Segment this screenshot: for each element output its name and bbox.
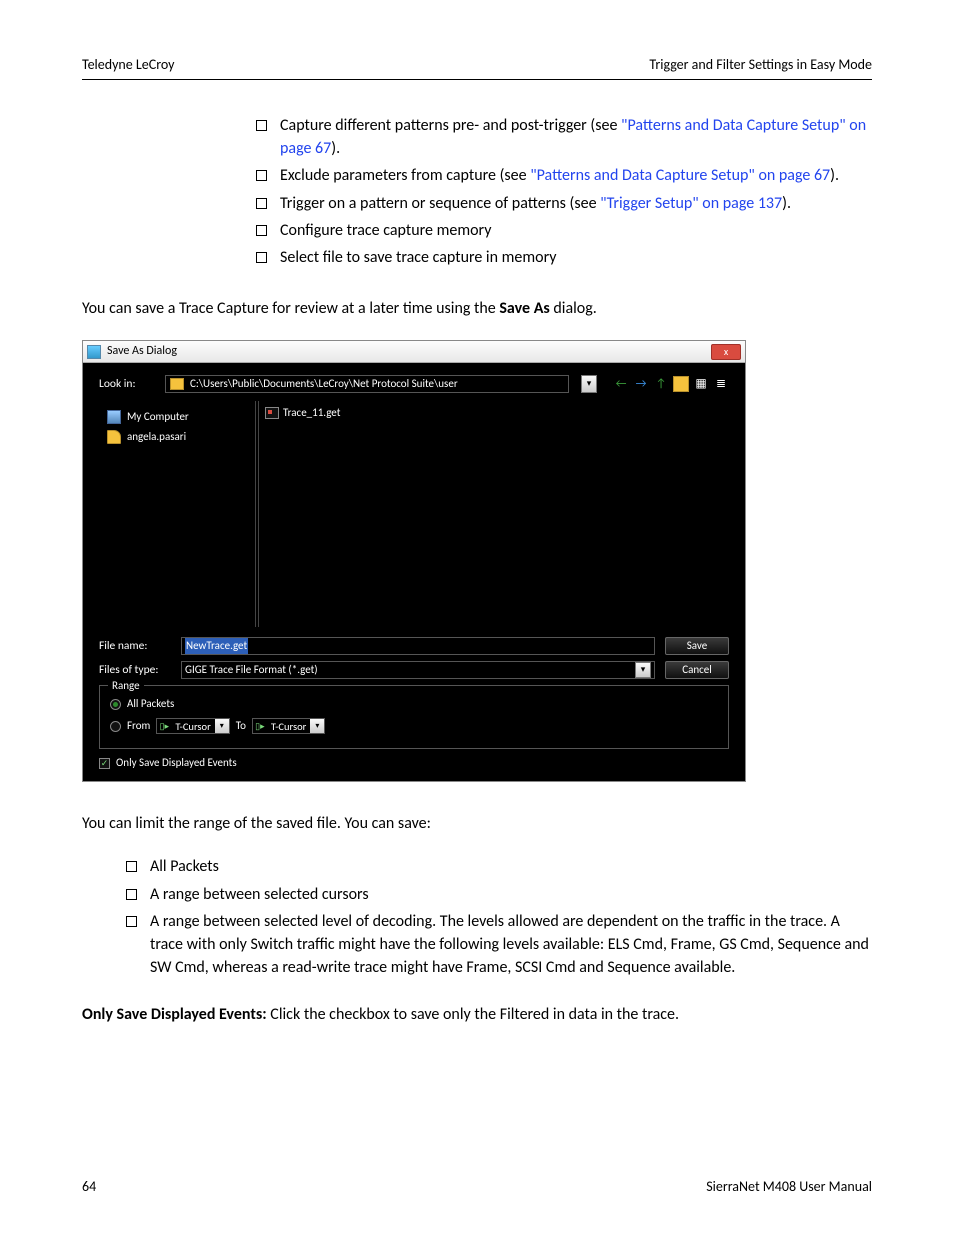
filetype-dropdown[interactable]: GIGE Trace File Format (*.get) ▾ [181, 661, 655, 679]
grid-view-icon[interactable]: ▦ [693, 376, 709, 392]
filename-label: File name: [99, 638, 171, 655]
up-icon[interactable]: ↑ [653, 376, 669, 392]
new-folder-icon[interactable] [673, 376, 689, 392]
paragraph: You can save a Trace Capture for review … [82, 297, 872, 320]
path-text: C:\Users\Public\Documents\LeCroy\Net Pro… [190, 376, 458, 392]
list-view-icon[interactable]: ≣ [713, 376, 729, 392]
to-label: To [236, 718, 246, 734]
chevron-down-icon: ▾ [215, 719, 229, 733]
list-item: Capture different patterns pre- and post… [256, 114, 872, 160]
dialog-title: Save As Dialog [107, 343, 177, 360]
link-patterns-2[interactable]: "Patterns and Data Capture Setup" on pag… [530, 166, 830, 185]
link-trigger[interactable]: "Trigger Setup" on page 137 [600, 194, 782, 213]
page-header: Teledyne LeCroy Trigger and Filter Setti… [82, 56, 872, 80]
app-icon [87, 345, 101, 359]
lookin-label: Look in: [99, 376, 153, 393]
radio-all-packets[interactable] [110, 699, 121, 710]
filename-input[interactable]: NewTrace.get [181, 637, 655, 655]
close-button[interactable]: x [711, 344, 741, 360]
only-save-checkbox[interactable]: ✓ [99, 758, 110, 769]
chevron-down-icon: ▾ [635, 662, 651, 678]
list-item: A range between selected cursors [126, 883, 872, 906]
page-number: 64 [82, 1178, 96, 1195]
filetype-label: Files of type: [99, 662, 171, 679]
save-button[interactable]: Save [665, 637, 729, 655]
cancel-button[interactable]: Cancel [665, 661, 729, 679]
path-combobox[interactable]: C:\Users\Public\Documents\LeCroy\Net Pro… [165, 375, 569, 393]
doc-title: SierraNet M408 User Manual [706, 1178, 872, 1195]
page-footer: 64 SierraNet M408 User Manual [82, 1178, 872, 1195]
file-item[interactable]: Trace_11.get [265, 405, 723, 421]
user-folder-icon [107, 430, 121, 444]
sidebar: My Computer angela.pasari [99, 401, 255, 627]
radio-from[interactable] [110, 721, 121, 732]
save-as-dialog: Save As Dialog x Look in: C:\Users\Publi… [82, 340, 746, 782]
to-cursor-dropdown[interactable]: ▯▸ T-Cursor ▾ [252, 718, 325, 734]
range-fieldset: Range All Packets From ▯▸ T-Cursor ▾ [99, 685, 729, 749]
sidebar-item-mycomputer[interactable]: My Computer [103, 407, 251, 427]
header-right: Trigger and Filter Settings in Easy Mode [649, 56, 872, 73]
list-item: Select file to save trace capture in mem… [256, 246, 872, 269]
only-save-label: Only Save Displayed Events [116, 755, 237, 771]
list-item: A range between selected level of decodi… [126, 910, 872, 980]
radio-all-packets-label: All Packets [127, 696, 174, 712]
forward-icon[interactable]: → [633, 376, 649, 392]
sidebar-item-user[interactable]: angela.pasari [103, 427, 251, 447]
file-list[interactable]: Trace_11.get [259, 401, 729, 627]
computer-icon [107, 410, 121, 424]
header-left: Teledyne LeCroy [82, 56, 175, 73]
list-item: Exclude parameters from capture (see "Pa… [256, 164, 872, 187]
chevron-down-icon: ▾ [310, 719, 324, 733]
paragraph: Only Save Displayed Events: Click the ch… [82, 1003, 872, 1026]
cursor-icon: ▯▸ [253, 719, 267, 733]
list-item: Trigger on a pattern or sequence of patt… [256, 192, 872, 215]
range-legend: Range [108, 678, 144, 694]
folder-icon [170, 378, 184, 390]
list-item: Configure trace capture memory [256, 219, 872, 242]
file-icon [265, 407, 279, 419]
from-cursor-dropdown[interactable]: ▯▸ T-Cursor ▾ [156, 718, 229, 734]
cursor-icon: ▯▸ [157, 719, 171, 733]
from-label: From [127, 718, 150, 734]
list-item: All Packets [126, 855, 872, 878]
bullet-list-2: All Packets A range between selected cur… [126, 855, 872, 979]
bullet-list-1: Capture different patterns pre- and post… [256, 114, 872, 269]
path-dropdown-button[interactable]: ▾ [581, 375, 597, 393]
back-icon[interactable]: ← [613, 376, 629, 392]
paragraph: You can limit the range of the saved fil… [82, 812, 872, 835]
dialog-titlebar[interactable]: Save As Dialog x [83, 341, 745, 363]
